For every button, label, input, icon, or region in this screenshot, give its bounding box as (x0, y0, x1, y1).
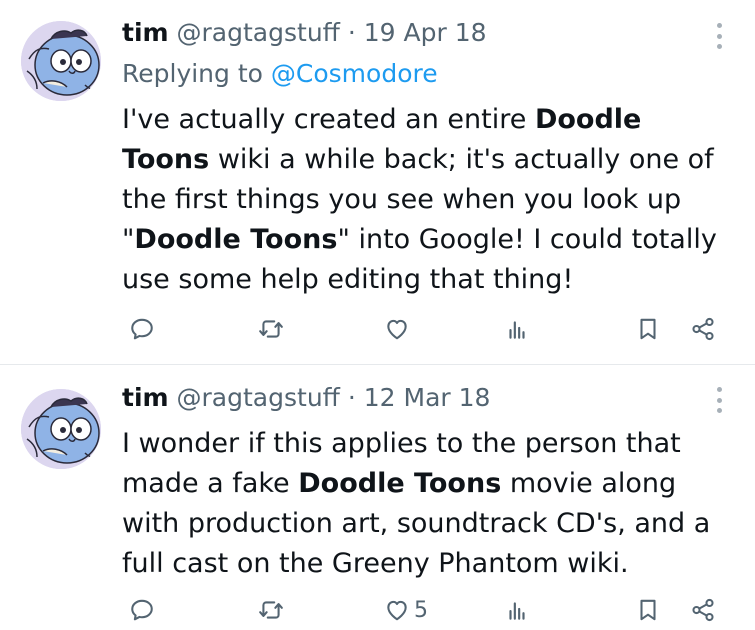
like-icon (384, 316, 410, 342)
more-options-icon[interactable] (709, 21, 729, 51)
tweet-text-part: I've actually created an entire (122, 104, 535, 135)
tweet-text: I wonder if this applies to the person t… (122, 424, 732, 584)
bookmark-button[interactable] (635, 309, 661, 349)
avatar[interactable] (21, 389, 101, 469)
retweet-icon (258, 597, 284, 623)
reply-button[interactable] (129, 309, 155, 349)
bookmark-icon (635, 597, 661, 623)
share-icon (690, 597, 716, 623)
separator-dot: · (347, 383, 356, 412)
separator-dot: · (347, 18, 356, 47)
tweet-date[interactable]: 12 Mar 18 (364, 383, 491, 412)
reply-icon (129, 316, 155, 342)
share-button[interactable] (690, 590, 716, 630)
like-icon (384, 597, 410, 623)
tweet-text-bold: Doodle Toons (134, 224, 338, 255)
user-handle[interactable]: @ragtagstuff (177, 18, 340, 47)
more-options-icon[interactable] (709, 385, 729, 415)
views-button[interactable] (504, 590, 530, 630)
reply-button[interactable] (129, 590, 155, 630)
tweet-text-bold: Doodle Toons (298, 468, 502, 499)
retweet-button[interactable] (258, 590, 284, 630)
like-button[interactable]: 5 (384, 590, 428, 630)
retweet-icon (258, 316, 284, 342)
bookmark-icon (635, 316, 661, 342)
user-handle[interactable]: @ragtagstuff (177, 383, 340, 412)
tweet-header: tim @ragtagstuff · 19 Apr 18 (122, 17, 487, 49)
display-name[interactable]: tim (122, 18, 169, 47)
mention-link[interactable]: @Cosmodore (271, 59, 438, 88)
tweet-text: I've actually created an entire Doodle T… (122, 100, 732, 300)
display-name[interactable]: tim (122, 383, 169, 412)
tweet[interactable]: tim @ragtagstuff · 12 Mar 18 I wonder if… (0, 365, 755, 623)
views-button[interactable] (504, 309, 530, 349)
tweet-header: tim @ragtagstuff · 12 Mar 18 (122, 382, 490, 414)
views-icon (504, 597, 530, 623)
tweet-date[interactable]: 19 Apr 18 (364, 18, 487, 47)
share-icon (690, 316, 716, 342)
avatar[interactable] (21, 21, 101, 101)
like-count: 5 (414, 597, 428, 623)
bookmark-button[interactable] (635, 590, 661, 630)
replying-to: Replying to @Cosmodore (122, 58, 438, 90)
share-button[interactable] (690, 309, 716, 349)
views-icon (504, 316, 530, 342)
tweet[interactable]: tim @ragtagstuff · 19 Apr 18 Replying to… (0, 0, 755, 364)
like-button[interactable] (384, 309, 414, 349)
action-bar: 5 (0, 590, 755, 630)
reply-icon (129, 597, 155, 623)
replying-to-label: Replying to (122, 59, 263, 88)
action-bar (0, 309, 755, 349)
retweet-button[interactable] (258, 309, 284, 349)
